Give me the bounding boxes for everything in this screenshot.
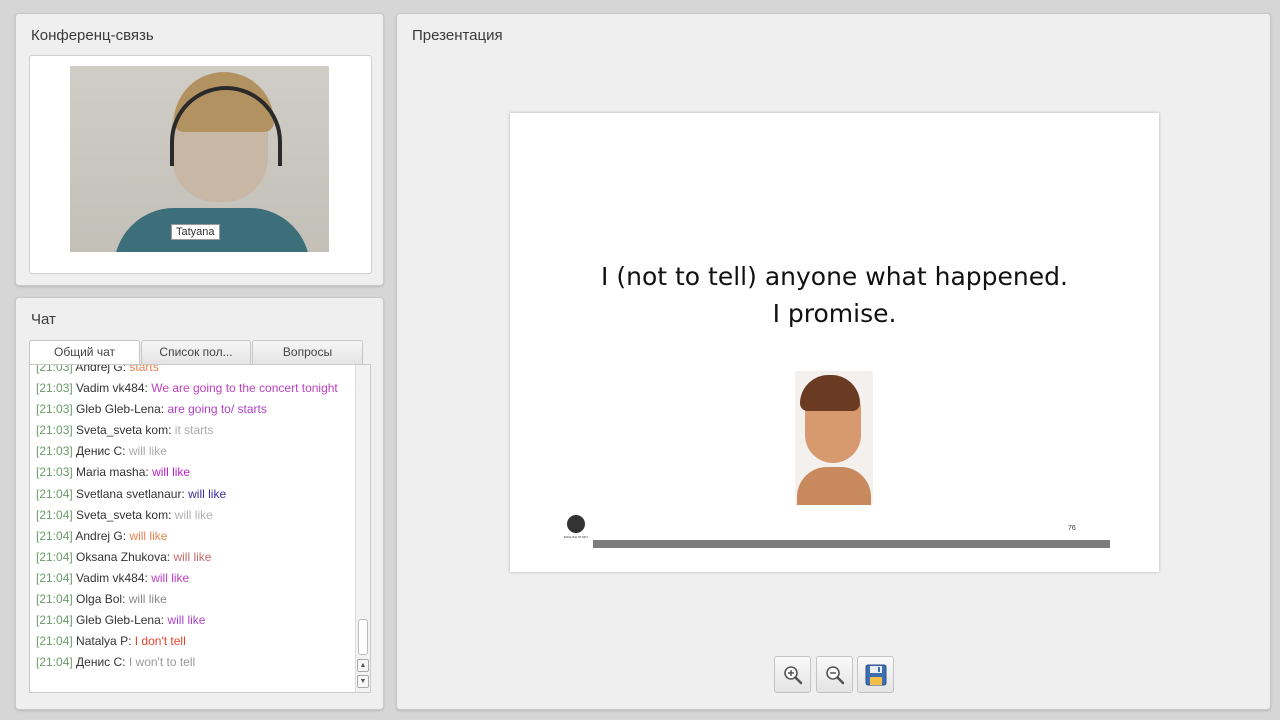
message-text: will like (128, 444, 167, 459)
message-user: Денис С: (76, 655, 126, 670)
chat-message: [21:03] Gleb Gleb-Lena: are going to/ st… (36, 401, 352, 419)
message-time: [21:03] (36, 381, 73, 396)
chat-message-list: [21:03] Andrej G: starts [21:03] Vadim vk… (36, 364, 352, 675)
slide-line-1: I (not to tell) anyone what happened. (601, 262, 1068, 291)
slide-footer-bar (593, 540, 1110, 548)
message-user: Oksana Zhukova: (76, 549, 171, 564)
message-user: Maria masha: (76, 465, 149, 480)
presentation-slide: I (not to tell) anyone what happened. I … (510, 113, 1159, 572)
message-time: [21:03] (36, 465, 73, 480)
message-text: I don't tell (134, 634, 186, 649)
chat-message: [21:04] Oksana Zhukova: will like (36, 549, 352, 567)
message-text: will like (188, 486, 227, 501)
zoom-in-button[interactable] (774, 656, 811, 693)
message-time: [21:04] (36, 655, 73, 670)
message-text: will like (173, 549, 212, 564)
save-icon (865, 664, 886, 685)
message-time: [21:03] (36, 364, 73, 374)
message-user: Andrej G: (75, 528, 127, 543)
chat-message: [21:04] Денис С: I won't to tell (36, 654, 352, 672)
message-time: [21:04] (36, 507, 73, 522)
chat-message: [21:04] Vadim vk484: will like (36, 570, 352, 588)
message-time: [21:04] (36, 528, 73, 543)
chat-message: [21:03] Maria masha: will like (36, 464, 352, 482)
message-text: We are going to the concert tonight (151, 381, 338, 396)
slide-line-2: I promise. (772, 299, 897, 328)
message-time: [21:03] (36, 444, 73, 459)
video-feed[interactable]: Tatyana (70, 66, 329, 252)
scroll-down-icon[interactable]: ▼ (357, 675, 369, 688)
chat-tabs: Общий чат Список пол... Вопросы (29, 340, 363, 365)
slide-logo-text: ENGLISH STUDY (563, 535, 589, 539)
save-button[interactable] (857, 656, 894, 693)
presentation-title: Презентация (412, 27, 503, 44)
slide-page-number: 76 (1068, 525, 1076, 532)
zoom-out-button[interactable] (816, 656, 853, 693)
chat-message: [21:03] Sveta_sveta kom: it starts (36, 422, 352, 440)
message-user: Sveta_sveta kom: (76, 423, 172, 438)
chat-message: [21:03] Andrej G: starts (36, 364, 352, 377)
message-time: [21:04] (36, 613, 73, 628)
chat-message: [21:04] Sveta_sveta kom: will like (36, 507, 352, 525)
message-user: Andrej G: (75, 364, 127, 374)
photo-shoulder (797, 467, 871, 505)
message-time: [21:04] (36, 486, 73, 501)
message-text: will like (174, 507, 213, 522)
tab-questions[interactable]: Вопросы (252, 340, 363, 365)
message-time: [21:04] (36, 549, 73, 564)
message-text: I won't to tell (128, 655, 196, 670)
message-user: Sveta_sveta kom: (76, 507, 172, 522)
chat-message: [21:04] Gleb Gleb-Lena: will like (36, 612, 352, 630)
message-time: [21:03] (36, 423, 73, 438)
message-time: [21:03] (36, 402, 73, 417)
message-user: Vadim vk484: (76, 381, 148, 396)
chat-message: [21:03] Vadim vk484: We are going to the… (36, 380, 352, 398)
chat-message: [21:04] Svetlana svetlanaur: will like (36, 486, 352, 504)
message-user: Gleb Gleb-Lena: (76, 402, 165, 417)
conference-panel: Конференц-связь Tatyana (15, 13, 384, 286)
chat-message: [21:04] Olga Bol: will like (36, 591, 352, 609)
message-text: will like (129, 528, 168, 543)
chat-message: [21:03] Денис С: will like (36, 443, 352, 461)
chat-message: [21:04] Andrej G: will like (36, 528, 352, 546)
message-user: Natalya P: (76, 634, 132, 649)
message-time: [21:04] (36, 592, 73, 607)
message-text: will like (152, 465, 191, 480)
message-text: starts (129, 364, 159, 374)
message-user: Svetlana svetlanaur: (76, 486, 185, 501)
zoom-out-icon (825, 665, 844, 684)
message-text: will like (128, 592, 167, 607)
video-container: Tatyana (29, 55, 372, 274)
headphones-logo-icon (567, 515, 585, 533)
message-user: Денис С: (76, 444, 126, 459)
message-text: will like (151, 570, 190, 585)
presentation-panel: Презентация I (not to tell) anyone what … (396, 13, 1271, 710)
chat-scrollbar[interactable]: ▲ ▼ (355, 365, 370, 692)
message-text: will like (167, 613, 206, 628)
scrollbar-thumb[interactable] (358, 619, 368, 655)
scroll-up-icon[interactable]: ▲ (357, 659, 369, 672)
photo-hair (800, 375, 860, 411)
conference-title: Конференц-связь (31, 27, 154, 44)
participant-name-tag: Tatyana (171, 224, 220, 240)
chat-title: Чат (31, 311, 56, 328)
slide-photo (795, 371, 873, 505)
message-text: are going to/ starts (167, 402, 267, 417)
chat-messages-box[interactable]: [21:03] Andrej G: starts [21:03] Vadim vk… (29, 364, 371, 693)
message-user: Vadim vk484: (76, 570, 148, 585)
message-user: Gleb Gleb-Lena: (76, 613, 165, 628)
chat-panel: Чат Общий чат Список пол... Вопросы [21:… (15, 297, 384, 710)
tab-general-chat[interactable]: Общий чат (29, 340, 140, 365)
message-time: [21:04] (36, 570, 73, 585)
slide-logo: ENGLISH STUDY (558, 515, 594, 547)
message-time: [21:04] (36, 634, 73, 649)
zoom-in-icon (783, 665, 802, 684)
tab-user-list[interactable]: Список пол... (141, 340, 251, 365)
message-user: Olga Bol: (76, 592, 126, 607)
message-text: it starts (174, 423, 214, 438)
slide-text: I (not to tell) anyone what happened. I … (510, 258, 1159, 332)
chat-message: [21:04] Natalya P: I don't tell (36, 633, 352, 651)
